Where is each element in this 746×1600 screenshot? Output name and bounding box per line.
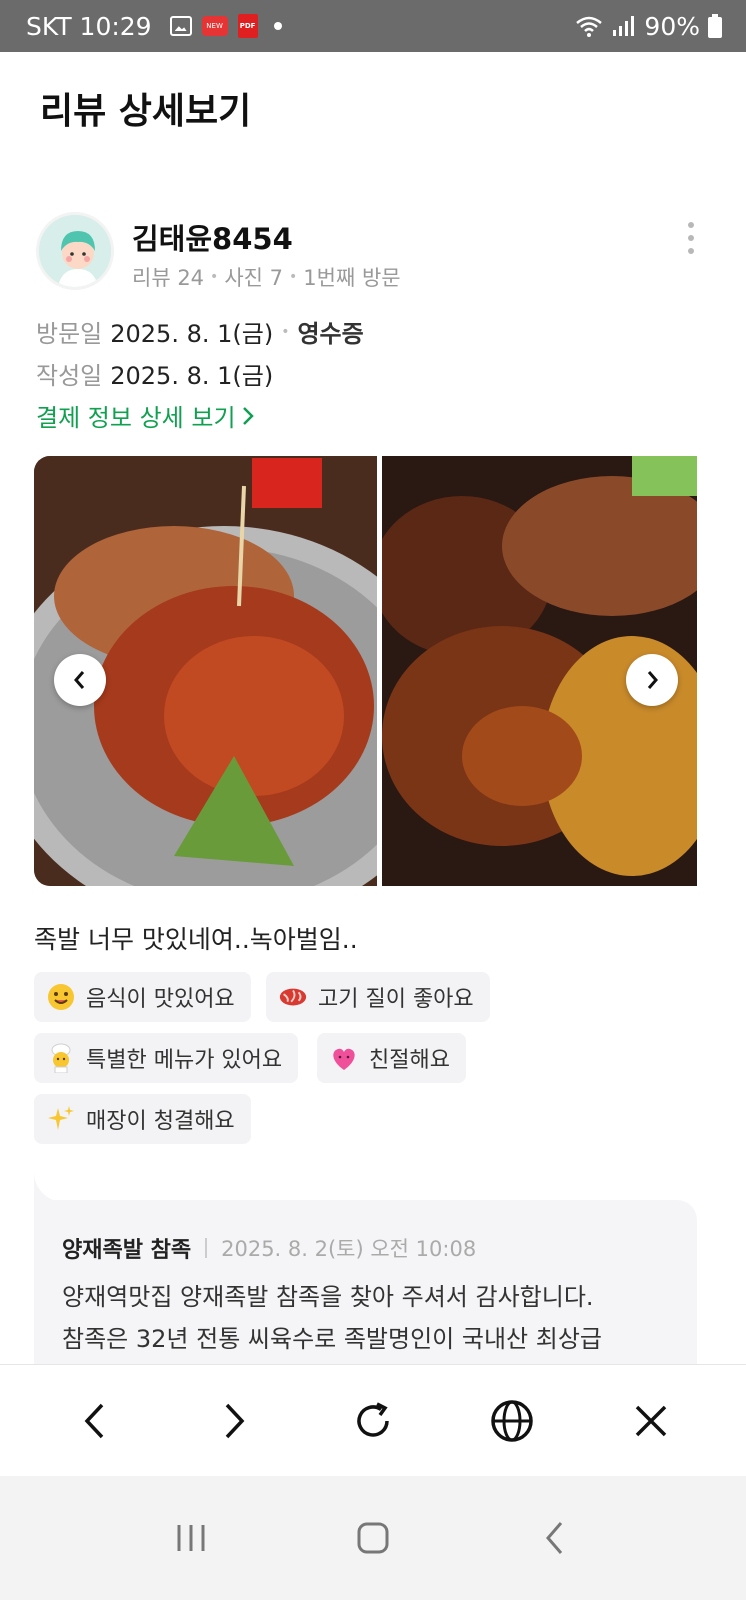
tag-kind: 친절해요	[317, 1033, 466, 1083]
recent-apps-button[interactable]	[161, 1508, 221, 1568]
written-date-label: 작성일	[36, 362, 103, 390]
reply-notch	[34, 1170, 64, 1202]
reply-line: 참족은 32년 전통 씨육수로 족발명인이 국내산 최상급	[62, 1325, 602, 1353]
review-count: 리뷰 24	[132, 266, 205, 290]
review-text: 족발 너무 맛있네여..녹아벌임..	[34, 925, 358, 954]
tag-clean-store: 매장이 청결해요	[34, 1094, 251, 1144]
arrow-right-icon	[225, 1403, 245, 1438]
reviewer-name[interactable]: 김태윤8454	[132, 216, 293, 258]
tag-label: 특별한 메뉴가 있어요	[86, 1048, 283, 1073]
system-navigation-bar	[0, 1476, 746, 1600]
tag-label: 친절해요	[369, 1048, 450, 1073]
visit-date-label: 방문일	[36, 320, 103, 348]
browser-toolbar	[0, 1364, 746, 1476]
reload-icon	[357, 1401, 389, 1437]
browser-reload-button[interactable]	[343, 1391, 403, 1451]
meta-separator: •	[289, 269, 298, 285]
tag-food-tasty: 음식이 맛있어요	[34, 972, 251, 1022]
globe-icon	[491, 1399, 533, 1442]
tag-meat-quality: 고기 질이 좋아요	[266, 972, 490, 1022]
recent-apps-icon	[177, 1525, 205, 1551]
photo-next-button[interactable]	[626, 654, 678, 706]
home-icon	[357, 1522, 389, 1554]
photo-count: 사진 7	[224, 266, 283, 290]
browser-globe-button[interactable]	[482, 1391, 542, 1451]
avatar[interactable]	[36, 212, 114, 290]
photo-prev-button[interactable]	[54, 654, 106, 706]
visit-date: 2025. 8. 1(금)	[110, 320, 274, 348]
reply-line: 양재역맛집 양재족발 참족을 찾아 주셔서 감사합니다.	[62, 1283, 594, 1311]
carrier-time: SKT 10:29	[26, 11, 152, 41]
reply-store-name: 양재족발 참족	[62, 1238, 192, 1263]
tag-label: 고기 질이 좋아요	[318, 987, 474, 1012]
chevron-left-icon	[74, 671, 85, 689]
arrow-left-icon	[84, 1403, 104, 1438]
written-date-row: 작성일 2025. 8. 1(금)	[36, 356, 273, 391]
payment-info-link[interactable]: 결제 정보 상세 보기	[36, 398, 254, 433]
tag-label: 매장이 청결해요	[86, 1109, 235, 1134]
back-chevron-icon	[546, 1522, 563, 1554]
browser-forward-button[interactable]	[204, 1391, 264, 1451]
reply-date: 2025. 8. 2(토) 오전 10:08	[221, 1237, 477, 1261]
info-separator: •	[281, 323, 290, 340]
smiling-face-icon	[46, 982, 76, 1012]
app-notification-icon: NEW	[201, 16, 228, 36]
browser-back-button[interactable]	[65, 1391, 125, 1451]
gallery-icon	[169, 16, 192, 36]
pdf-icon: PDF	[237, 14, 258, 38]
more-options-icon[interactable]	[684, 222, 698, 254]
visit-count: 1번째 방문	[303, 266, 401, 290]
battery-percent: 90%	[644, 11, 700, 41]
tag-special-menu: 특별한 메뉴가 있어요	[34, 1033, 299, 1083]
chevron-right-icon	[242, 406, 254, 425]
chevron-right-icon	[647, 671, 658, 689]
system-back-button[interactable]	[525, 1508, 585, 1568]
receipt-badge: 영수증	[297, 320, 364, 348]
close-icon	[635, 1405, 666, 1436]
meta-separator: •	[210, 269, 219, 285]
visit-date-row: 방문일 2025. 8. 1(금) • 영수증	[36, 314, 364, 349]
written-date: 2025. 8. 1(금)	[110, 362, 274, 390]
signal-icon	[613, 16, 635, 36]
owner-reply-header: 양재족발 참족 2025. 8. 2(토) 오전 10:08	[62, 1232, 476, 1264]
battery-icon	[708, 14, 722, 38]
browser-close-button[interactable]	[621, 1391, 681, 1451]
tag-label: 음식이 맛있어요	[86, 987, 235, 1012]
reply-divider	[205, 1238, 208, 1258]
status-bar: SKT 10:29 NEW PDF 90%	[0, 0, 746, 52]
reviewer-meta: 리뷰 24 • 사진 7 • 1번째 방문	[132, 262, 401, 292]
owner-reply-text: 양재역맛집 양재족발 참족을 찾아 주셔서 감사합니다. 참족은 32년 전통 …	[62, 1276, 682, 1360]
chef-icon	[46, 1043, 76, 1073]
heart-icon	[329, 1043, 359, 1073]
payment-info-label: 결제 정보 상세 보기	[36, 404, 236, 432]
more-notifications-dot-icon	[273, 22, 282, 30]
meat-icon	[278, 982, 308, 1012]
page-title: 리뷰 상세보기	[40, 91, 252, 132]
sparkles-icon	[46, 1104, 76, 1134]
home-button[interactable]	[343, 1508, 403, 1568]
wifi-icon	[576, 16, 603, 37]
